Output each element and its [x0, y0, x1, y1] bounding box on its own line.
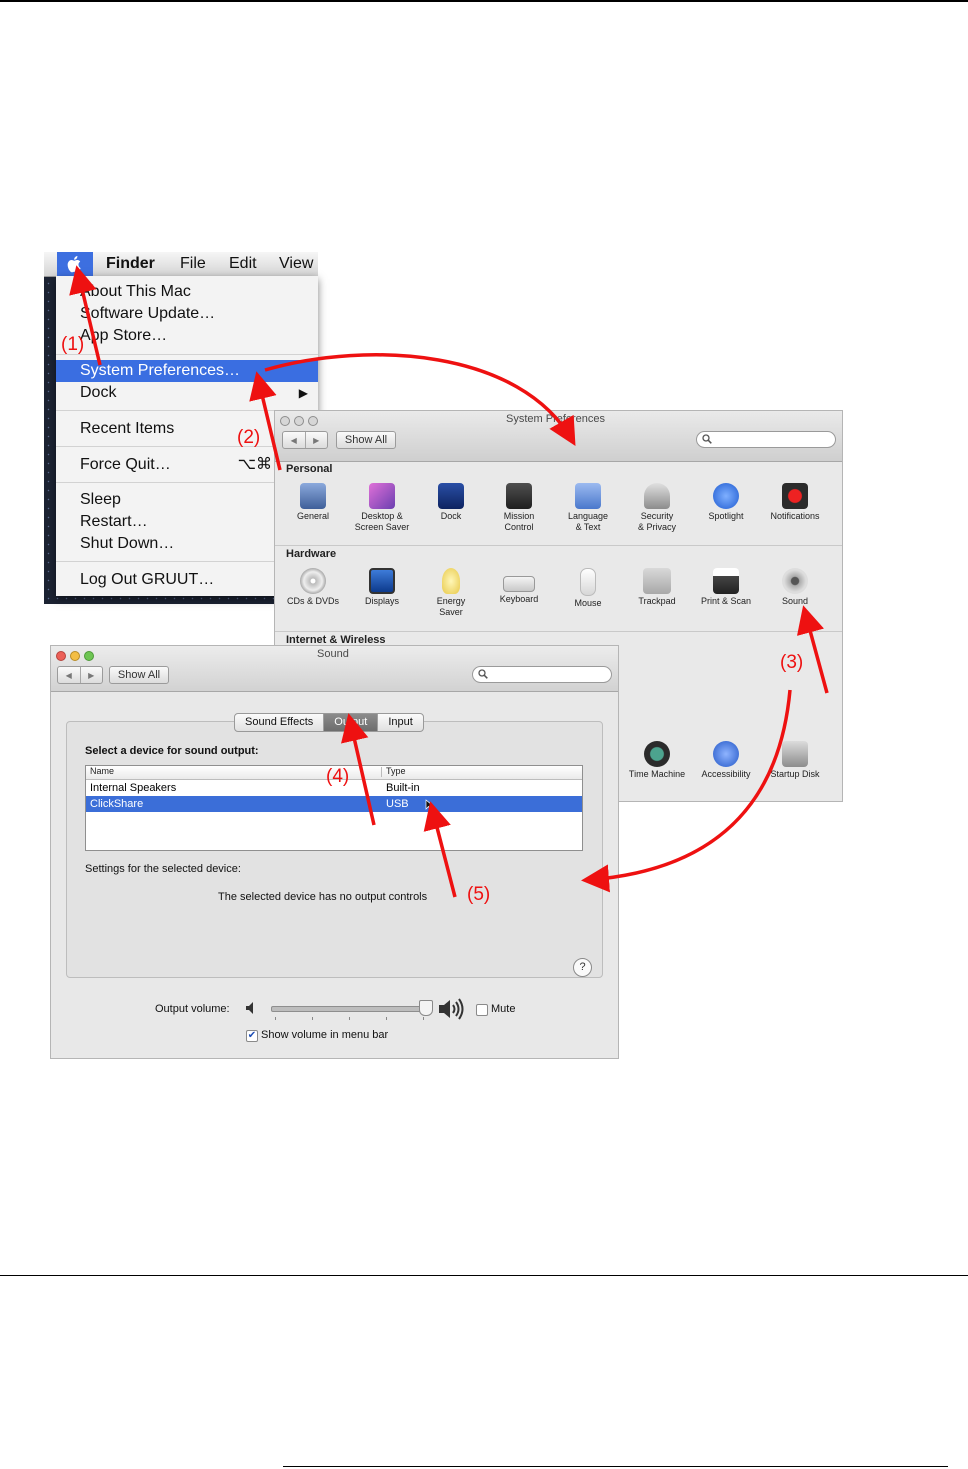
page-divider-rule — [0, 1275, 968, 1276]
annotation-label-3: (3) — [780, 652, 804, 673]
annotation-label-1: (1) — [61, 334, 85, 355]
footer-rule — [283, 1466, 948, 1467]
arrow-sound-to-window — [581, 689, 792, 893]
arrow-4 — [341, 713, 376, 826]
arrow-5 — [423, 801, 457, 898]
annotation-label-2: (2) — [237, 427, 261, 448]
annotation-label-5: (5) — [467, 884, 491, 905]
arrow-2 — [249, 371, 282, 471]
annotation-arrows — [69, 265, 829, 898]
arrow-system-prefs-to-window — [264, 353, 576, 447]
arrow-3 — [796, 605, 829, 694]
annotation-label-4: (4) — [326, 766, 350, 787]
